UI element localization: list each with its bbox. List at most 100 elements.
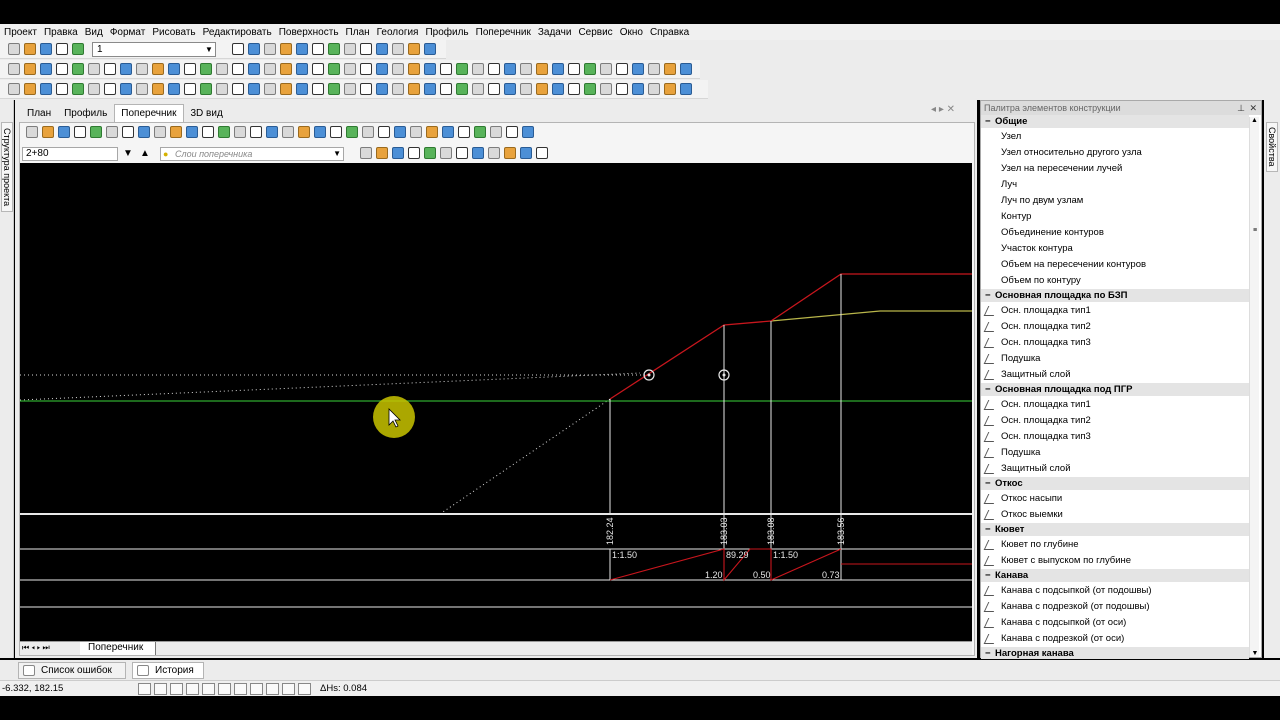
menu-project[interactable]: Проект xyxy=(2,27,42,38)
toolbar-button[interactable] xyxy=(232,63,244,75)
toolbar-button[interactable] xyxy=(184,63,196,75)
palette-item[interactable]: Осн. площадка тип1 xyxy=(981,397,1249,413)
toolbar-button[interactable] xyxy=(440,63,452,75)
toolbar-button[interactable] xyxy=(40,63,52,75)
toolbar-button[interactable] xyxy=(408,83,420,95)
toolbar-button[interactable] xyxy=(424,147,436,159)
toolbar-button[interactable] xyxy=(250,126,262,138)
toolbar-button[interactable] xyxy=(106,126,118,138)
palette-category[interactable]: − Основная площадка по БЗП xyxy=(981,289,1249,303)
toolbar-button[interactable] xyxy=(472,147,484,159)
toolbar-button[interactable] xyxy=(474,126,486,138)
toolbar-button[interactable] xyxy=(264,83,276,95)
toolbar-button[interactable] xyxy=(296,83,308,95)
toolbar-button[interactable] xyxy=(298,126,310,138)
toolbar-button[interactable] xyxy=(488,83,500,95)
palette-item[interactable]: Подушка xyxy=(981,351,1249,367)
toolbar-button[interactable] xyxy=(360,83,372,95)
palette-item[interactable]: Осн. площадка тип2 xyxy=(981,413,1249,429)
toolbar-button[interactable] xyxy=(56,83,68,95)
toolbar-button[interactable] xyxy=(410,126,422,138)
toolbar-button[interactable] xyxy=(632,83,644,95)
toolbar-button[interactable] xyxy=(648,83,660,95)
palette-item[interactable]: Узел на пересечении лучей xyxy=(981,161,1249,177)
toolbar-button[interactable] xyxy=(202,126,214,138)
palette-item[interactable]: Канава с подрезкой (от оси) xyxy=(981,631,1249,647)
toolbar-button[interactable] xyxy=(8,43,20,55)
properties-tab[interactable]: Свойства xyxy=(1266,122,1278,172)
toolbar-button[interactable] xyxy=(506,126,518,138)
toolbar-button[interactable] xyxy=(552,83,564,95)
toolbar-button[interactable] xyxy=(472,63,484,75)
toolbar-button[interactable] xyxy=(456,83,468,95)
palette-item[interactable]: Участок контура xyxy=(981,241,1249,257)
toolbar-button[interactable] xyxy=(616,63,628,75)
toolbar-button[interactable] xyxy=(408,43,420,55)
toolbar-button[interactable] xyxy=(392,63,404,75)
snap-toggle-button[interactable] xyxy=(250,683,263,695)
toolbar-button[interactable] xyxy=(152,83,164,95)
snap-toggle-button[interactable] xyxy=(282,683,295,695)
toolbar-button[interactable] xyxy=(266,126,278,138)
palette-item[interactable]: Объем на пересечении контуров xyxy=(981,257,1249,273)
toolbar-button[interactable] xyxy=(568,63,580,75)
toolbar-button[interactable] xyxy=(216,83,228,95)
palette-category[interactable]: − Кювет xyxy=(981,523,1249,537)
toolbar-button[interactable] xyxy=(378,126,390,138)
scroll-down-icon[interactable]: ▼ xyxy=(1250,650,1260,657)
toolbar-button[interactable] xyxy=(248,83,260,95)
toolbar-button[interactable] xyxy=(632,63,644,75)
toolbar-button[interactable] xyxy=(584,83,596,95)
drawing-canvas[interactable]: 182.24 183.03 183.08 183.56 1:1.50 89.29… xyxy=(20,163,972,641)
menu-tasks[interactable]: Задачи xyxy=(536,27,577,38)
palette-item[interactable]: Защитный слой xyxy=(981,367,1249,383)
toolbar-button[interactable] xyxy=(424,83,436,95)
menu-format[interactable]: Формат xyxy=(108,27,151,38)
pin-icon[interactable]: ⊥ xyxy=(1237,101,1245,115)
toolbar-button[interactable] xyxy=(168,63,180,75)
toolbar-button[interactable] xyxy=(282,126,294,138)
palette-item[interactable]: Откос выемки xyxy=(981,507,1249,523)
toolbar-button[interactable] xyxy=(120,63,132,75)
toolbar-button[interactable] xyxy=(90,126,102,138)
palette-item[interactable]: Кювет с выпуском по глубине xyxy=(981,553,1249,569)
toolbar-button[interactable] xyxy=(346,126,358,138)
toolbar-button[interactable] xyxy=(280,63,292,75)
toolbar-button[interactable] xyxy=(344,43,356,55)
toolbar-button[interactable] xyxy=(216,63,228,75)
toolbar-button[interactable] xyxy=(328,83,340,95)
palette-item[interactable]: Откос насыпи xyxy=(981,491,1249,507)
toolbar-button[interactable] xyxy=(648,63,660,75)
menu-help[interactable]: Справка xyxy=(648,27,694,38)
toolbar-button[interactable] xyxy=(264,43,276,55)
scroll-thumb[interactable]: ≡ xyxy=(1251,227,1259,243)
toolbar-button[interactable] xyxy=(458,126,470,138)
toolbar-button[interactable] xyxy=(56,43,68,55)
layers-combo[interactable]: ● Слои поперечника ▼ xyxy=(160,147,344,161)
toolbar-button[interactable] xyxy=(490,126,502,138)
toolbar-button[interactable] xyxy=(74,126,86,138)
palette-scrollbar[interactable]: ▲ ≡ ▼ xyxy=(1249,117,1259,657)
project-structure-tab[interactable]: Структура проекта xyxy=(1,122,13,212)
toolbar-button[interactable] xyxy=(680,63,692,75)
toolbar-button[interactable] xyxy=(72,43,84,55)
palette-category[interactable]: − Общие xyxy=(981,115,1249,129)
snap-toggle-button[interactable] xyxy=(154,683,167,695)
menu-draw[interactable]: Рисовать xyxy=(150,27,200,38)
snap-toggle-button[interactable] xyxy=(234,683,247,695)
toolbar-button[interactable] xyxy=(296,43,308,55)
close-icon[interactable]: ◂ ▸ ✕ xyxy=(931,104,955,115)
toolbar-button[interactable] xyxy=(186,126,198,138)
toolbar-button[interactable] xyxy=(392,43,404,55)
toolbar-button[interactable] xyxy=(488,63,500,75)
toolbar-button[interactable] xyxy=(664,63,676,75)
prev-station-icon[interactable]: ▲ xyxy=(140,148,150,159)
tab-cross-section[interactable]: Поперечник xyxy=(114,104,184,122)
toolbar-button[interactable] xyxy=(536,83,548,95)
palette-item[interactable]: Подушка xyxy=(981,445,1249,461)
palette-item[interactable]: Канава с подсыпкой (от подошвы) xyxy=(981,583,1249,599)
toolbar-button[interactable] xyxy=(40,43,52,55)
toolbar-button[interactable] xyxy=(584,63,596,75)
menu-geology[interactable]: Геология xyxy=(375,27,424,38)
toolbar-button[interactable] xyxy=(664,83,676,95)
